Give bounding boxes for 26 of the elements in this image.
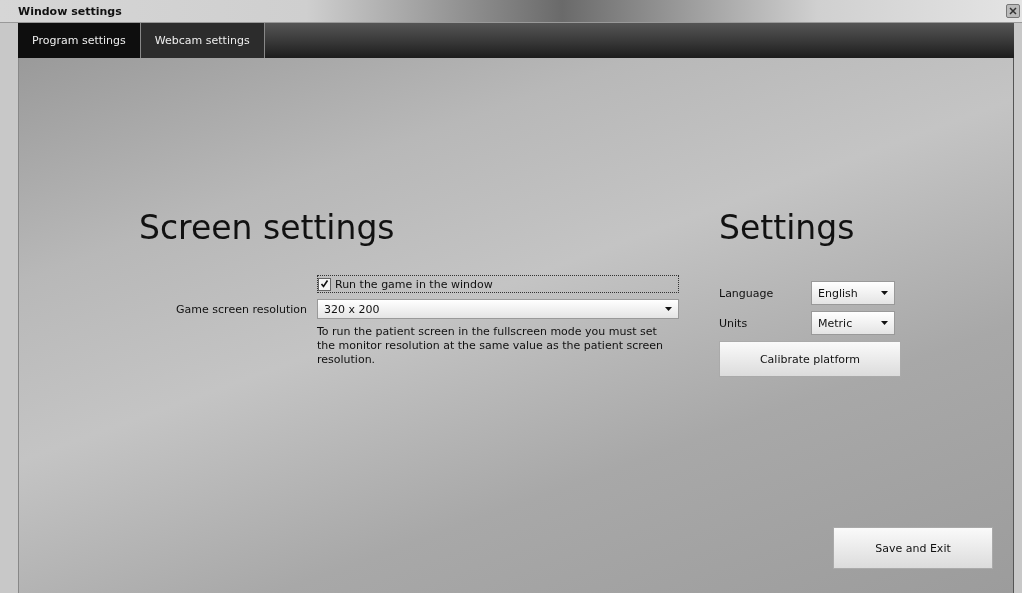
checkbox-label: Run the game in the window (335, 277, 493, 291)
dropdown[interactable]: English (811, 281, 895, 305)
caret-icon (881, 291, 888, 295)
dropdown-value: English (818, 286, 858, 300)
dropdown-value: Metric (818, 316, 853, 330)
dropdown[interactable]: Metric (811, 311, 895, 335)
field-label: Units (719, 316, 749, 330)
tab[interactable]: Webcam settings (140, 23, 265, 58)
run-in-window-checkbox[interactable]: Run the game in the window (317, 275, 679, 293)
window-title: Window settings (18, 4, 122, 18)
calibrate-button[interactable]: Calibrate platform (719, 341, 901, 377)
section-heading: Screen settings (139, 208, 396, 247)
caret-icon (881, 321, 888, 325)
field-label: Language (719, 286, 775, 300)
close-button[interactable] (1006, 4, 1020, 18)
field-label: Game screen resolution (175, 302, 307, 316)
section-heading: Settings (719, 208, 856, 247)
checkbox[interactable] (318, 277, 331, 291)
check-icon (320, 278, 329, 288)
help-text: To run the patient screen in the fullscreen mode you must set the monitor resolution at the same value as the patient screen resolution. (317, 325, 664, 367)
resolution-dropdown[interactable]: 320 x 200 (317, 299, 679, 319)
close-icon (1009, 7, 1017, 15)
caret-icon (665, 307, 672, 311)
dropdown-value: 320 x 200 (324, 302, 380, 316)
tab[interactable]: Program settings (18, 23, 141, 58)
save-button[interactable]: Save and Exit (833, 527, 993, 569)
